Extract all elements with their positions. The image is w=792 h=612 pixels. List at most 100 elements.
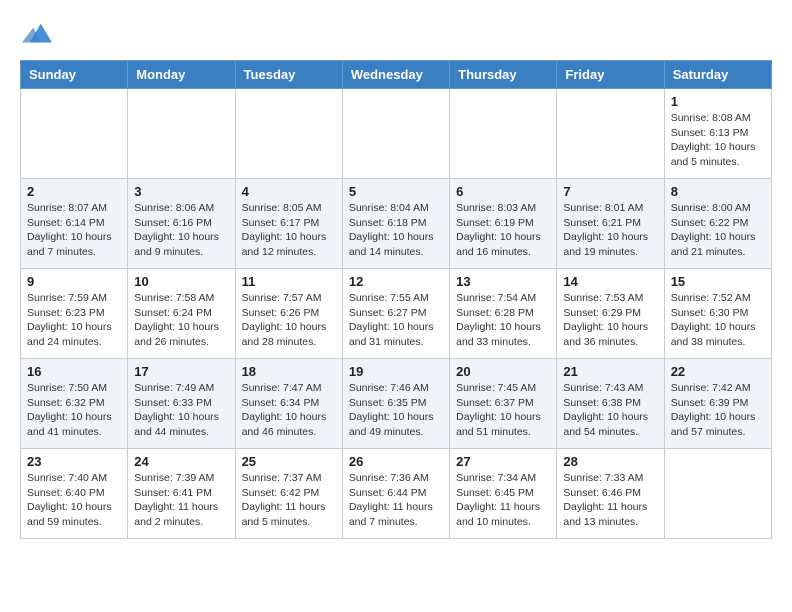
day-number: 16 [27, 364, 121, 379]
weekday-header: Friday [557, 61, 664, 89]
day-info: Sunrise: 7:37 AM Sunset: 6:42 PM Dayligh… [242, 471, 336, 530]
calendar-week-row: 23 Sunrise: 7:40 AM Sunset: 6:40 PM Dayli… [21, 449, 772, 539]
weekday-header: Thursday [450, 61, 557, 89]
calendar-cell: 20 Sunrise: 7:45 AM Sunset: 6:37 PM Dayli… [450, 359, 557, 449]
weekday-header: Tuesday [235, 61, 342, 89]
calendar-cell: 3 Sunrise: 8:06 AM Sunset: 6:16 PM Daylig… [128, 179, 235, 269]
day-number: 23 [27, 454, 121, 469]
day-info: Sunrise: 7:50 AM Sunset: 6:32 PM Dayligh… [27, 381, 121, 440]
day-info: Sunrise: 8:03 AM Sunset: 6:19 PM Dayligh… [456, 201, 550, 260]
calendar-cell: 4Sunrise: 8:05 AM Sunset: 6:17 PM Daylig… [235, 179, 342, 269]
calendar-cell: 18 Sunrise: 7:47 AM Sunset: 6:34 PM Dayli… [235, 359, 342, 449]
day-info: Sunrise: 7:59 AM Sunset: 6:23 PM Dayligh… [27, 291, 121, 350]
day-number: 20 [456, 364, 550, 379]
calendar-cell: 12 Sunrise: 7:55 AM Sunset: 6:27 PM Dayli… [342, 269, 449, 359]
day-number: 4 [242, 184, 336, 199]
day-info: Sunrise: 8:08 AM Sunset: 6:13 PM Dayligh… [671, 111, 765, 170]
calendar-cell: 22Sunrise: 7:42 AM Sunset: 6:39 PM Dayli… [664, 359, 771, 449]
day-info: Sunrise: 7:52 AM Sunset: 6:30 PM Dayligh… [671, 291, 765, 350]
day-number: 12 [349, 274, 443, 289]
day-info: Sunrise: 7:47 AM Sunset: 6:34 PM Dayligh… [242, 381, 336, 440]
weekday-header: Sunday [21, 61, 128, 89]
logo [20, 20, 52, 50]
calendar-cell: 10 Sunrise: 7:58 AM Sunset: 6:24 PM Dayli… [128, 269, 235, 359]
calendar-cell: 7 Sunrise: 8:01 AM Sunset: 6:21 PM Daylig… [557, 179, 664, 269]
calendar-cell: 1 Sunrise: 8:08 AM Sunset: 6:13 PM Daylig… [664, 89, 771, 179]
calendar-week-row: 16 Sunrise: 7:50 AM Sunset: 6:32 PM Dayli… [21, 359, 772, 449]
day-number: 24 [134, 454, 228, 469]
calendar-cell: 6 Sunrise: 8:03 AM Sunset: 6:19 PM Daylig… [450, 179, 557, 269]
calendar-week-row: 1 Sunrise: 8:08 AM Sunset: 6:13 PM Daylig… [21, 89, 772, 179]
calendar-cell: 23 Sunrise: 7:40 AM Sunset: 6:40 PM Dayli… [21, 449, 128, 539]
day-number: 26 [349, 454, 443, 469]
day-number: 19 [349, 364, 443, 379]
calendar-cell [664, 449, 771, 539]
day-number: 25 [242, 454, 336, 469]
calendar-cell: 28 Sunrise: 7:33 AM Sunset: 6:46 PM Dayli… [557, 449, 664, 539]
day-number: 1 [671, 94, 765, 109]
day-info: Sunrise: 8:06 AM Sunset: 6:16 PM Dayligh… [134, 201, 228, 260]
calendar-cell: 24 Sunrise: 7:39 AM Sunset: 6:41 PM Dayli… [128, 449, 235, 539]
day-number: 7 [563, 184, 657, 199]
calendar-cell [557, 89, 664, 179]
day-info: Sunrise: 7:39 AM Sunset: 6:41 PM Dayligh… [134, 471, 228, 530]
day-number: 15 [671, 274, 765, 289]
day-number: 18 [242, 364, 336, 379]
logo-icon [22, 20, 52, 50]
day-info: Sunrise: 7:36 AM Sunset: 6:44 PM Dayligh… [349, 471, 443, 530]
calendar-cell [21, 89, 128, 179]
weekday-header: Wednesday [342, 61, 449, 89]
day-info: Sunrise: 7:33 AM Sunset: 6:46 PM Dayligh… [563, 471, 657, 530]
weekday-header: Saturday [664, 61, 771, 89]
day-number: 3 [134, 184, 228, 199]
calendar-table: SundayMondayTuesdayWednesdayThursdayFrid… [20, 60, 772, 539]
weekday-header: Monday [128, 61, 235, 89]
day-info: Sunrise: 7:43 AM Sunset: 6:38 PM Dayligh… [563, 381, 657, 440]
day-info: Sunrise: 7:55 AM Sunset: 6:27 PM Dayligh… [349, 291, 443, 350]
calendar-cell: 9 Sunrise: 7:59 AM Sunset: 6:23 PM Daylig… [21, 269, 128, 359]
day-number: 9 [27, 274, 121, 289]
calendar-cell: 13 Sunrise: 7:54 AM Sunset: 6:28 PM Dayli… [450, 269, 557, 359]
calendar-cell: 17 Sunrise: 7:49 AM Sunset: 6:33 PM Dayli… [128, 359, 235, 449]
calendar-cell: 15 Sunrise: 7:52 AM Sunset: 6:30 PM Dayli… [664, 269, 771, 359]
day-info: Sunrise: 7:34 AM Sunset: 6:45 PM Dayligh… [456, 471, 550, 530]
day-number: 2 [27, 184, 121, 199]
day-number: 5 [349, 184, 443, 199]
day-info: Sunrise: 7:57 AM Sunset: 6:26 PM Dayligh… [242, 291, 336, 350]
calendar-cell: 11Sunrise: 7:57 AM Sunset: 6:26 PM Dayli… [235, 269, 342, 359]
day-info: Sunrise: 7:54 AM Sunset: 6:28 PM Dayligh… [456, 291, 550, 350]
day-number: 6 [456, 184, 550, 199]
day-number: 8 [671, 184, 765, 199]
calendar-cell: 19 Sunrise: 7:46 AM Sunset: 6:35 PM Dayli… [342, 359, 449, 449]
day-number: 10 [134, 274, 228, 289]
calendar-cell: 8 Sunrise: 8:00 AM Sunset: 6:22 PM Daylig… [664, 179, 771, 269]
day-number: 28 [563, 454, 657, 469]
page-header [20, 20, 772, 50]
calendar-cell [450, 89, 557, 179]
calendar-cell [342, 89, 449, 179]
calendar-cell: 27 Sunrise: 7:34 AM Sunset: 6:45 PM Dayli… [450, 449, 557, 539]
day-info: Sunrise: 7:53 AM Sunset: 6:29 PM Dayligh… [563, 291, 657, 350]
day-info: Sunrise: 7:58 AM Sunset: 6:24 PM Dayligh… [134, 291, 228, 350]
calendar-cell: 26 Sunrise: 7:36 AM Sunset: 6:44 PM Dayli… [342, 449, 449, 539]
day-number: 27 [456, 454, 550, 469]
day-info: Sunrise: 7:49 AM Sunset: 6:33 PM Dayligh… [134, 381, 228, 440]
day-number: 13 [456, 274, 550, 289]
day-number: 17 [134, 364, 228, 379]
calendar-cell [128, 89, 235, 179]
calendar-week-row: 9 Sunrise: 7:59 AM Sunset: 6:23 PM Daylig… [21, 269, 772, 359]
day-info: Sunrise: 7:46 AM Sunset: 6:35 PM Dayligh… [349, 381, 443, 440]
calendar-cell: 21 Sunrise: 7:43 AM Sunset: 6:38 PM Dayli… [557, 359, 664, 449]
day-info: Sunrise: 8:07 AM Sunset: 6:14 PM Dayligh… [27, 201, 121, 260]
day-info: Sunrise: 7:40 AM Sunset: 6:40 PM Dayligh… [27, 471, 121, 530]
day-number: 14 [563, 274, 657, 289]
calendar-cell: 5Sunrise: 8:04 AM Sunset: 6:18 PM Daylig… [342, 179, 449, 269]
calendar-cell [235, 89, 342, 179]
day-info: Sunrise: 8:00 AM Sunset: 6:22 PM Dayligh… [671, 201, 765, 260]
day-number: 21 [563, 364, 657, 379]
calendar-week-row: 2 Sunrise: 8:07 AM Sunset: 6:14 PM Daylig… [21, 179, 772, 269]
calendar-cell: 2 Sunrise: 8:07 AM Sunset: 6:14 PM Daylig… [21, 179, 128, 269]
day-info: Sunrise: 7:45 AM Sunset: 6:37 PM Dayligh… [456, 381, 550, 440]
day-number: 22 [671, 364, 765, 379]
day-info: Sunrise: 8:01 AM Sunset: 6:21 PM Dayligh… [563, 201, 657, 260]
